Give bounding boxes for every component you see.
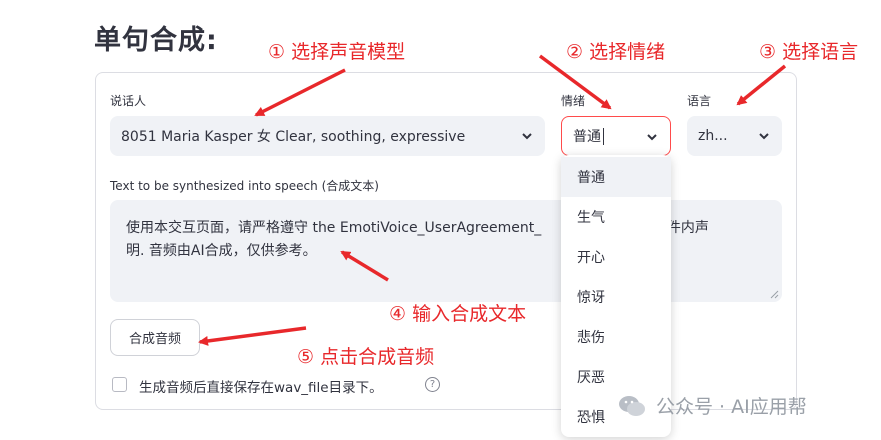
speaker-select[interactable]: 8051 Maria Kasper 女 Clear, soothing, exp… — [110, 116, 545, 156]
help-icon[interactable]: ? — [425, 377, 440, 392]
watermark-text: 公众号 · AI应用帮 — [656, 396, 807, 418]
save-to-wav-label: 生成音频后直接保存在wav_file目录下。 — [139, 380, 383, 396]
speaker-value: 8051 Maria Kasper 女 Clear, soothing, exp… — [121, 129, 466, 145]
language-value: zh... — [698, 128, 728, 144]
chevron-down-icon — [759, 133, 769, 140]
emotion-option[interactable]: 惊讶 — [561, 277, 671, 317]
speaker-label: 说话人 — [110, 94, 147, 108]
emotion-option[interactable]: 厌恶 — [561, 357, 671, 397]
annotation-1: ① 选择声音模型 — [268, 41, 406, 63]
wechat-icon — [619, 395, 645, 416]
emotion-label: 情绪 — [561, 94, 586, 108]
annotation-4: ④ 输入合成文本 — [389, 303, 527, 325]
emotion-option[interactable]: 悲伤 — [561, 317, 671, 357]
emotion-select[interactable]: 普通 — [561, 116, 671, 156]
annotation-3: ③ 选择语言 — [759, 41, 859, 63]
text-line-1: 使用本交互页面，请严格遵守 the EmotiVoice_UserAgreeme… — [126, 220, 542, 236]
page-title: 单句合成: — [94, 25, 218, 56]
language-select[interactable]: zh... — [687, 116, 782, 156]
emotion-value: 普通 — [573, 129, 601, 145]
text-input-area[interactable]: 使用本交互页面，请严格遵守 the EmotiVoice_UserAgreeme… — [110, 200, 782, 302]
emotion-option[interactable]: 生气 — [561, 197, 671, 237]
language-label: 语言 — [687, 94, 712, 108]
emotion-option[interactable]: 开心 — [561, 237, 671, 277]
save-to-wav-checkbox[interactable] — [112, 377, 127, 392]
annotation-2: ② 选择情绪 — [566, 41, 666, 63]
chevron-down-icon — [522, 133, 532, 140]
annotation-5: ⑤ 点击合成音频 — [297, 346, 435, 368]
watermark: 公众号 · AI应用帮 — [618, 392, 807, 419]
emotion-option[interactable]: 普通 — [561, 157, 671, 197]
text-caret — [603, 127, 604, 145]
resize-handle-icon[interactable] — [770, 290, 779, 299]
text-input-label: Text to be synthesized into speech (合成文本… — [110, 179, 379, 193]
chevron-down-icon — [647, 134, 657, 141]
synthesize-audio-button[interactable]: 合成音频 — [110, 319, 200, 356]
text-line-2: 明. 音频由AI合成，仅供参考。 — [126, 243, 317, 259]
